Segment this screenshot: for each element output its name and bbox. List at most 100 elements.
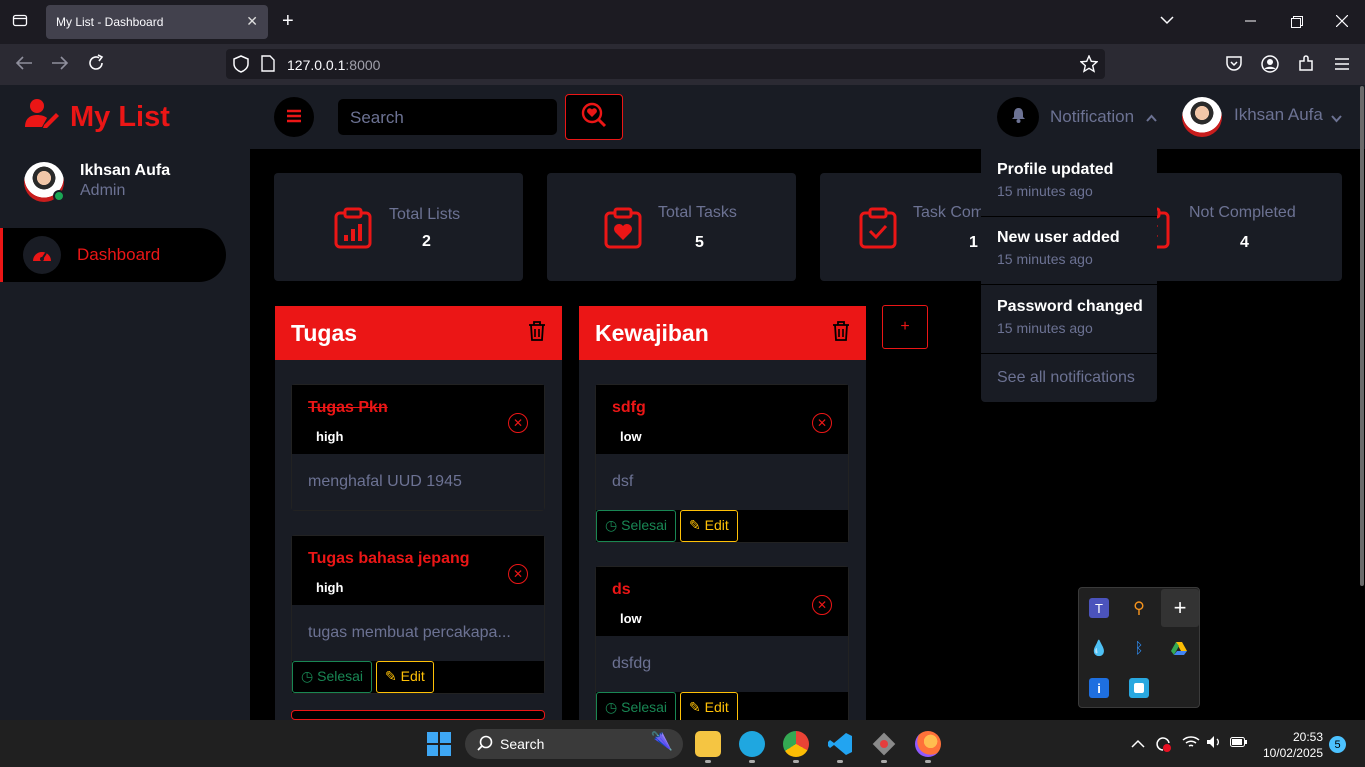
delete-task-icon[interactable]: ✕ [812,595,832,615]
notification-count-badge[interactable]: 5 [1329,736,1346,753]
notification-item[interactable]: Password changed 15 minutes ago [997,298,1143,336]
sidebar-user-role: Admin [80,182,126,199]
volume-icon[interactable] [1206,735,1222,752]
close-window-icon[interactable] [1335,14,1349,31]
pocket-icon[interactable] [1225,55,1243,77]
tachometer-icon [23,236,61,274]
pencil-icon: ✎ [689,699,705,715]
file-explorer-icon[interactable] [695,731,721,757]
shield-icon[interactable] [233,55,249,78]
task-description: menghafal UUD 1945 [292,454,544,510]
trash-icon[interactable] [528,320,546,347]
chevron-down-icon[interactable] [1331,112,1342,126]
delete-task-icon[interactable]: ✕ [508,413,528,433]
teams-icon[interactable]: T [1089,598,1109,618]
pencil-icon: ✎ [689,517,705,533]
priority-badge: low [620,611,642,626]
notification-time: 15 minutes ago [997,183,1093,199]
notification-time: 15 minutes ago [997,251,1093,267]
avatar[interactable] [1182,97,1222,137]
button-label: Selesai [621,517,668,533]
sync-alert-icon[interactable] [1154,735,1172,756]
task-card [291,710,545,720]
notification-dropdown-toggle[interactable]: Notification [1050,107,1134,127]
minimize-icon[interactable] [1245,13,1256,30]
sidebar-item-label: Dashboard [77,245,161,264]
delete-task-icon[interactable]: ✕ [812,413,832,433]
window-app-icon[interactable] [1129,678,1149,698]
brand-name: My List [70,100,170,133]
complete-task-button[interactable]: ◷ Selesai [292,661,373,693]
edit-task-button[interactable]: ✎ Edit [680,692,738,720]
menu-icon[interactable] [1334,56,1350,76]
notification-item[interactable]: New user added 15 minutes ago [997,229,1120,267]
chevron-up-icon[interactable] [1146,111,1157,125]
page-icon [261,55,275,77]
vscode-icon[interactable] [827,731,853,757]
search-button[interactable] [565,94,623,140]
bars-icon [286,107,302,128]
clock-time: 20:53 [1292,730,1323,744]
list-all-tabs-icon[interactable] [1160,12,1174,29]
restore-icon[interactable] [1291,15,1303,32]
chrome-icon[interactable] [783,731,809,757]
notification-item[interactable]: Profile updated 15 minutes ago [997,161,1113,199]
windows-start-icon[interactable] [427,732,451,756]
tab-list-icon[interactable] [12,12,28,32]
notification-title: New user added [997,229,1120,246]
tab-close-icon[interactable]: ✕ [246,13,258,30]
bookmark-star-icon[interactable] [1079,54,1099,78]
edit-task-button[interactable]: ✎ Edit [376,661,434,693]
task-description: dsf [596,454,848,510]
priority-badge: high [316,429,344,444]
complete-task-button[interactable]: ◷ Selesai [596,692,677,720]
topbar-user-name[interactable]: Ikhsan Aufa [1234,105,1323,125]
list-title: Kewajiban [595,319,709,346]
sidebar-toggle-button[interactable] [274,97,314,137]
stat-card-total-tasks: Total Tasks 5 [547,173,796,281]
taskbar-search[interactable]: Search 🌂 [465,729,683,759]
running-indicator [749,760,755,763]
forward-icon[interactable] [51,55,69,76]
git-tool-icon[interactable] [871,731,897,757]
search-icon [477,735,493,754]
new-tab-button[interactable]: + [282,10,294,33]
delete-task-icon[interactable]: ✕ [508,564,528,584]
wifi-icon[interactable] [1182,735,1200,752]
add-icon[interactable]: + [1161,589,1199,627]
extensions-icon[interactable] [1298,55,1315,77]
droplet-icon[interactable]: 💧 [1089,638,1109,658]
search-heart-icon [581,102,607,133]
add-list-button[interactable]: + [882,305,928,349]
edit-task-button[interactable]: ✎ Edit [680,510,738,542]
firefox-icon[interactable] [915,731,941,757]
google-drive-icon[interactable] [1169,638,1189,658]
bluetooth-icon[interactable]: ᛒ [1129,638,1149,658]
page-scrollbar[interactable] [1360,86,1364,586]
url-text[interactable]: 127.0.0.1:8000 [287,57,380,73]
sidebar-item-dashboard[interactable]: Dashboard [0,228,226,282]
divider [981,353,1157,354]
battery-icon[interactable] [1230,735,1248,751]
edge-icon[interactable] [739,731,765,757]
browser-tab[interactable]: My List - Dashboard ✕ [46,5,268,39]
search-input[interactable]: Search [338,99,557,135]
stat-value: 1 [969,234,978,251]
trash-icon[interactable] [832,320,850,347]
reload-icon[interactable] [87,54,105,77]
complete-task-button[interactable]: ◷ Selesai [596,510,677,542]
info-icon[interactable]: i [1089,678,1109,698]
brand-logo[interactable]: My List [24,98,170,136]
bell-icon [1011,107,1026,128]
back-icon[interactable] [15,55,33,76]
notification-title: Profile updated [997,161,1114,178]
stat-label: Not Completed [1189,204,1296,221]
pencil-icon: ✎ [385,668,401,684]
account-icon[interactable] [1261,55,1279,78]
magnifier-app-icon[interactable]: ⚲ [1129,598,1149,618]
see-all-notifications-link[interactable]: See all notifications [997,369,1135,387]
notification-bell-button[interactable] [997,97,1039,137]
chevron-up-icon[interactable] [1131,735,1145,751]
sidebar-user-name: Ikhsan Aufa [80,162,171,179]
taskbar-clock[interactable]: 20:53 10/02/2025 [1260,729,1323,761]
